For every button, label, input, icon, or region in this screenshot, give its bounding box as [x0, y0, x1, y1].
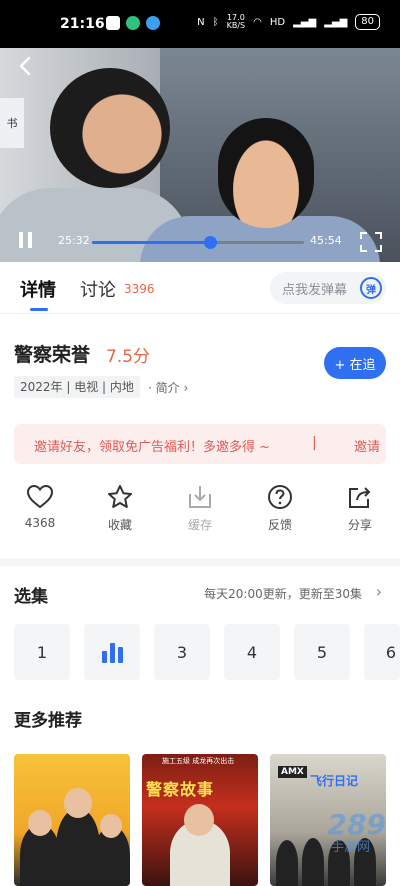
poster2-tagline: 施工五级 成龙再次出击 [162, 757, 235, 765]
show-meta: 2022年 | 电视 | 内地 [14, 376, 140, 398]
status-bar: 21:16 N ᛒ 17.0 KB/S ◠ HD ▂▄▆ ▂▄▆ 80 [0, 0, 400, 48]
episode-item-1[interactable]: 1 [14, 624, 70, 680]
app-notification-icon [126, 16, 140, 30]
signal-icon: ▂▄▆ [293, 16, 317, 28]
poster2-face [184, 804, 214, 836]
hd-icon: HD [269, 16, 286, 28]
progress-thumb[interactable] [203, 236, 217, 249]
episode-item-3[interactable]: 3 [154, 624, 210, 680]
download-button[interactable]: 缓存 [170, 484, 230, 533]
danmu-icon[interactable]: 弹 [360, 277, 382, 299]
tab-detail[interactable]: 详情 [20, 276, 56, 302]
status-right: N ᛒ 17.0 KB/S ◠ HD ▂▄▆ ▂▄▆ 80 [197, 14, 380, 30]
poster2-title: 警察故事 [146, 780, 215, 799]
download-icon [189, 486, 211, 508]
chevron-right-icon[interactable]: › [376, 582, 382, 601]
network-speed: 17.0 KB/S [226, 13, 246, 30]
intro-link[interactable]: · 简介 › [148, 379, 188, 396]
share-icon [349, 487, 371, 508]
nfc-icon: N [197, 16, 205, 28]
more-title: 更多推荐 [14, 711, 82, 731]
video-scene-sign: 书 [0, 98, 24, 148]
show-title: 警察荣誉 [14, 344, 91, 366]
detail-tabs: 详情 讨论 3396 点我发弹幕 弹 [0, 262, 400, 314]
poster-1[interactable] [14, 754, 130, 886]
section-divider [0, 558, 400, 566]
episode-item-5[interactable]: 5 [294, 624, 350, 680]
invite-text: 邀请好友，领取免广告福利！多邀多得 ~ [34, 440, 271, 455]
battery-indicator: 80 [355, 14, 380, 30]
video-player[interactable]: 书 25:32 45:54 [0, 48, 400, 262]
poster3-title: 飞行日记 [310, 774, 359, 788]
video-person1-head [50, 68, 170, 188]
video-detail-page: 21:16 N ᛒ 17.0 KB/S ◠ HD ▂▄▆ ▂▄▆ 80 书 25… [0, 0, 400, 886]
fullscreen-icon[interactable] [360, 232, 382, 252]
tab-discuss[interactable]: 讨论 [80, 276, 116, 302]
wifi-icon: ◠ [253, 16, 262, 28]
star-icon [108, 485, 132, 508]
player-controls: 25:32 45:54 [0, 222, 400, 262]
share-button[interactable]: 分享 [330, 484, 390, 533]
danmu-placeholder: 点我发弹幕 [282, 282, 348, 298]
action-row: 4368 收藏 缓存 反馈 分享 [0, 484, 400, 546]
poster3-figure-2 [302, 838, 324, 886]
download-label: 缓存 [187, 518, 212, 532]
bluetooth-icon: ᛒ [212, 16, 219, 28]
message-notification-icon [106, 16, 120, 30]
status-time: 21:16 [60, 16, 105, 32]
progress-slider[interactable] [92, 236, 304, 249]
playing-bars-icon [101, 641, 123, 663]
feedback-button[interactable]: 反馈 [250, 484, 310, 533]
poster1-face-3 [100, 814, 122, 838]
video-person2-head [218, 118, 314, 228]
tab-underline [30, 308, 48, 311]
poster1-face-1 [28, 810, 52, 836]
poster3-figure-1 [276, 840, 298, 886]
signal2-icon: ▂▄▆ [324, 16, 348, 28]
episodes-title: 选集 [14, 587, 48, 607]
invite-separator: | [312, 435, 317, 451]
feedback-label: 反馈 [267, 518, 292, 532]
like-count: 4368 [24, 516, 56, 530]
back-icon[interactable] [14, 54, 38, 78]
poster1-face-2 [64, 788, 92, 818]
app2-notification-icon [146, 16, 160, 30]
heart-icon [26, 484, 54, 509]
invite-link[interactable]: 邀请 [354, 436, 380, 455]
share-label: 分享 [347, 518, 372, 532]
duration-time: 45:54 [310, 234, 342, 247]
danmu-input[interactable]: 点我发弹幕 弹 [270, 272, 386, 304]
invite-banner[interactable]: 邀请好友，领取免广告福利！多邀多得 ~ | 邀请 [14, 424, 386, 464]
discuss-count: 3396 [124, 282, 155, 296]
episode-item-4[interactable]: 4 [224, 624, 280, 680]
watermark-text: 手游网 [330, 840, 370, 855]
episode-item-6[interactable]: 6 [364, 624, 400, 680]
pause-icon[interactable] [16, 230, 36, 252]
episode-item-2-playing[interactable] [84, 624, 140, 680]
collect-label: 收藏 [107, 518, 132, 532]
poster3-badge: AMX [278, 766, 307, 778]
current-time: 25:32 [58, 234, 90, 247]
collect-button[interactable]: 收藏 [90, 484, 150, 533]
progress-fill [92, 241, 210, 244]
notification-icons [106, 16, 160, 30]
help-icon [268, 485, 292, 509]
episodes-update-text[interactable]: 每天20:00更新，更新至30集 [204, 585, 362, 602]
like-button[interactable]: 4368 [10, 484, 70, 530]
show-score: 7.5分 [106, 347, 151, 367]
episode-list: 1 3 4 5 6 [14, 624, 400, 680]
poster-2[interactable]: 施工五级 成龙再次出击 警察故事 [142, 754, 258, 886]
follow-button[interactable]: + 在追 [324, 347, 386, 379]
